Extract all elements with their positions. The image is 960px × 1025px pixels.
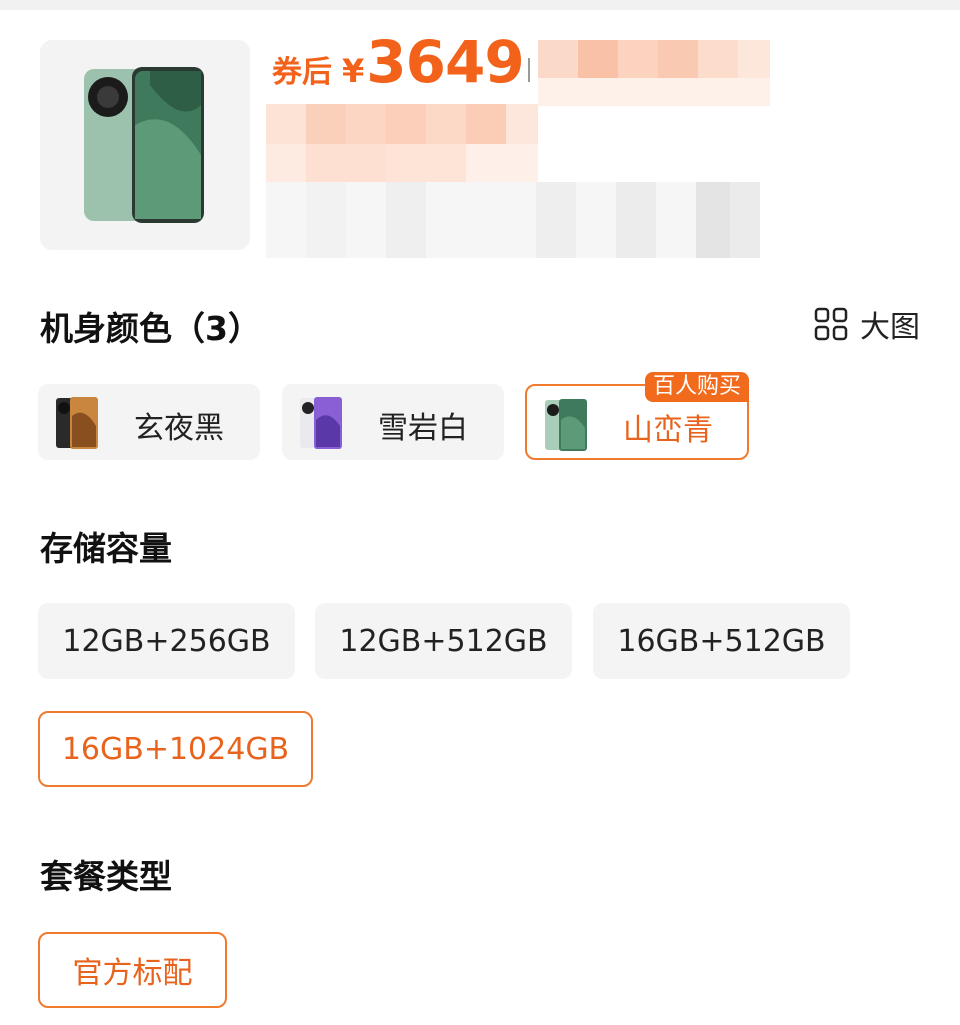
top-divider — [0, 0, 960, 10]
storage-option[interactable]: 12GB+512GB — [315, 603, 572, 679]
package-option-selected[interactable]: 官方标配 — [38, 932, 227, 1008]
big-view-label: 大图 — [860, 310, 920, 345]
grid-icon — [814, 307, 848, 341]
storage-option-selected[interactable]: 16GB+1024GB — [38, 711, 313, 787]
coupon-price-prefix: 券后 — [272, 55, 332, 90]
color-option-green[interactable]: 山峦青 百人购买 — [525, 372, 749, 460]
black-phone-thumbnail — [56, 397, 98, 449]
color-option-label: 雪岩白 — [378, 411, 468, 446]
package-section-title: 套餐类型 — [40, 857, 172, 896]
color-option-label: 山峦青 — [623, 413, 713, 448]
big-view-button[interactable]: 大图 — [814, 302, 920, 346]
sku-selector-page: 券后 ¥ 3649 机身颜色（3） 大图 玄夜黑 雪岩白 山峦青 百人购买 存储… — [0, 0, 960, 1025]
white-phone-thumbnail — [300, 397, 342, 449]
storage-option[interactable]: 12GB+256GB — [38, 603, 295, 679]
popular-badge: 百人购买 — [644, 372, 749, 402]
redacted-info-middle — [266, 104, 538, 184]
redacted-info-top — [538, 40, 770, 106]
color-section-title: 机身颜色（3） — [40, 309, 261, 348]
color-option-black[interactable]: 玄夜黑 — [38, 384, 260, 460]
color-option-label: 玄夜黑 — [134, 411, 224, 446]
redacted-info-bottom — [266, 182, 760, 258]
green-phone-thumbnail — [545, 399, 587, 451]
storage-option[interactable]: 16GB+512GB — [593, 603, 850, 679]
price-currency: ¥ — [342, 52, 365, 90]
storage-section-title: 存储容量 — [40, 529, 172, 568]
price-row: 券后 ¥ 3649 — [272, 28, 525, 98]
product-image[interactable] — [40, 40, 250, 250]
price-value: 3649 — [366, 28, 524, 96]
color-option-white[interactable]: 雪岩白 — [282, 384, 504, 460]
price-separator — [528, 58, 530, 82]
